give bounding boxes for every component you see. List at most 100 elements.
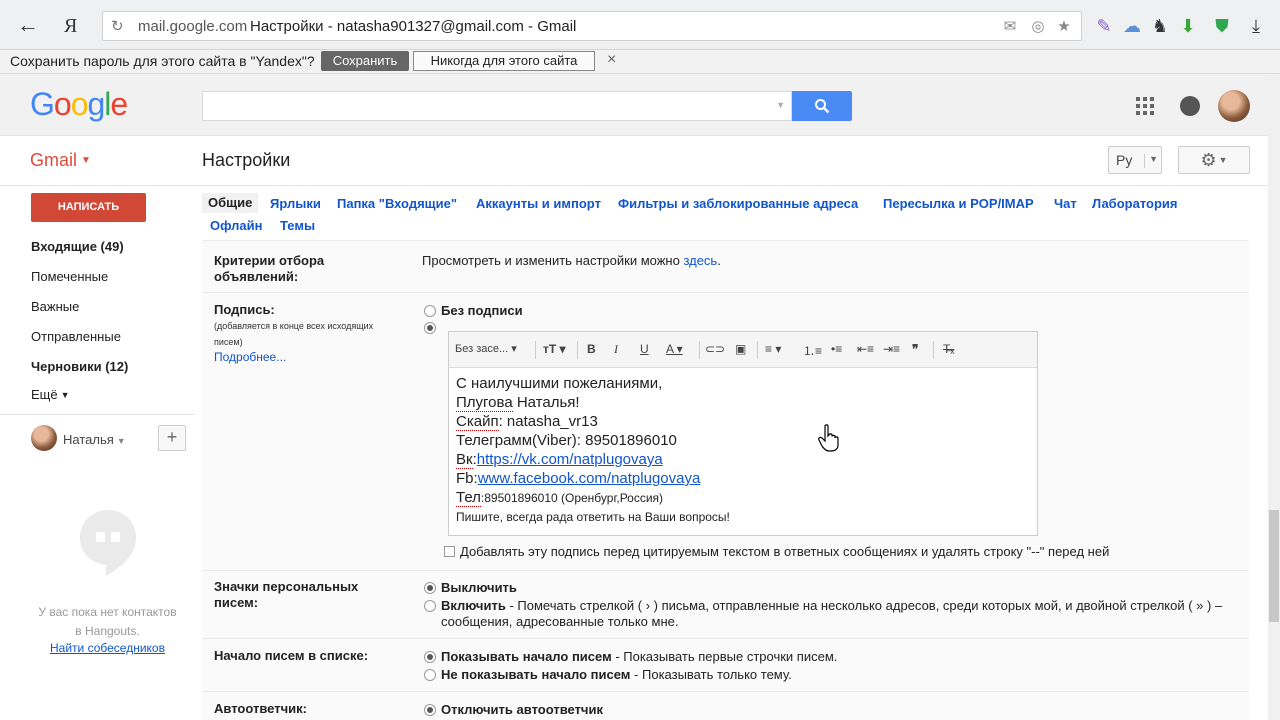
tab-general[interactable]: Общие — [202, 193, 259, 213]
close-icon[interactable]: × — [607, 51, 616, 69]
tab-inbox[interactable]: Папка "Входящие" — [337, 196, 457, 211]
hangouts-user-menu[interactable]: Наталья ▼ — [63, 432, 126, 447]
mail-icon[interactable]: ✉ — [1001, 18, 1019, 36]
indicators-on-label: Включить - Помечать стрелкой ( › ) письм… — [441, 597, 1231, 614]
tab-labs[interactable]: Лаборатория — [1092, 196, 1177, 211]
vacation-off-label: Отключить автоответчик — [441, 702, 603, 717]
evernote-extension-icon[interactable]: ♞ — [1148, 14, 1172, 38]
image-icon[interactable]: ▣ — [735, 342, 746, 356]
indicators-on-title: Включить — [441, 598, 506, 613]
sidebar-item-important[interactable]: Важные — [31, 299, 79, 314]
text-color-icon[interactable]: A ▾ — [666, 342, 683, 356]
sidebar-item-more[interactable]: Ещё ▼ — [31, 387, 70, 402]
row-divider — [202, 691, 1249, 692]
tab-forwarding[interactable]: Пересылка и POP/IMAP — [883, 196, 1034, 211]
ads-settings-link[interactable]: здесь — [683, 253, 717, 268]
settings-gear-button[interactable]: ⚙ ▼ — [1178, 146, 1250, 174]
compose-button[interactable]: НАПИСАТЬ — [31, 193, 146, 222]
signature-text-span: : natasha_vr13 — [498, 413, 598, 430]
vacation-label: Автоответчик: — [214, 701, 307, 716]
yandex-logo[interactable]: Я — [64, 12, 88, 40]
download-extension-icon[interactable]: ⬇ — [1176, 14, 1200, 38]
notifications-bell-icon[interactable] — [1180, 96, 1200, 116]
search-input[interactable]: ▼ — [202, 91, 792, 121]
bulleted-list-icon[interactable]: •≡ — [831, 342, 842, 356]
ads-text: Просмотреть и изменить настройки можно з… — [422, 253, 721, 268]
signature-text-span: Fb: — [456, 470, 478, 487]
vk-link[interactable]: https://vk.com/natplugovaya — [477, 451, 663, 468]
sidebar-item-inbox[interactable]: Входящие (49) — [31, 239, 124, 254]
indent-more-icon[interactable]: ⇥≡ — [883, 342, 900, 356]
tab-filters[interactable]: Фильтры и заблокированные адреса — [618, 196, 858, 211]
signature-placement-checkbox[interactable] — [444, 546, 455, 557]
scrollbar-thumb[interactable] — [1269, 510, 1279, 622]
tab-themes[interactable]: Темы — [280, 218, 315, 233]
language-value: Ру — [1116, 152, 1133, 168]
font-size-icon[interactable]: ᴛT ▾ — [543, 342, 566, 356]
account-avatar[interactable] — [1218, 90, 1250, 122]
browser-toolbar: ← Я ↻ mail.google.com Настройки - natash… — [0, 0, 1280, 50]
address-bar[interactable]: ↻ mail.google.com Настройки - natasha901… — [102, 11, 1082, 41]
signature-radio[interactable] — [424, 322, 436, 334]
chevron-down-icon: ▼ — [60, 390, 70, 400]
sidebar-item-drafts[interactable]: Черновики (12) — [31, 359, 128, 374]
page-scrollbar[interactable] — [1268, 74, 1280, 720]
save-password-button[interactable]: Сохранить — [321, 51, 409, 71]
tab-offline[interactable]: Офлайн — [210, 218, 263, 233]
indent-less-icon[interactable]: ⇤≡ — [857, 342, 874, 356]
remove-formatting-icon[interactable]: T̶ₓ — [943, 342, 954, 356]
pen-extension-icon[interactable]: ✎ — [1092, 14, 1116, 38]
hangouts-user-avatar[interactable] — [31, 425, 57, 451]
ads-label: Критерии отбора объявлений: — [214, 253, 324, 285]
tab-labels[interactable]: Ярлыки — [270, 196, 321, 211]
search-options-caret-icon[interactable]: ▼ — [776, 100, 785, 110]
tab-chat[interactable]: Чат — [1054, 196, 1077, 211]
shield-extension-icon[interactable]: ⛊ — [1210, 14, 1234, 38]
find-contacts-link[interactable]: Найти собеседников — [20, 641, 195, 655]
indicators-off-radio[interactable] — [424, 582, 436, 594]
snippets-show-radio[interactable] — [424, 651, 436, 663]
tab-accounts[interactable]: Аккаунты и импорт — [476, 196, 601, 211]
gmail-menu[interactable]: Gmail ▼ — [30, 150, 91, 171]
numbered-list-icon[interactable]: ⒈≡ — [803, 342, 822, 359]
bold-icon[interactable]: B — [587, 342, 596, 356]
font-family-select[interactable]: Без засе... ▾ — [455, 342, 517, 355]
row-divider — [202, 638, 1249, 639]
search-button[interactable] — [792, 91, 852, 121]
indicators-label: Значки персональных писем: — [214, 579, 358, 611]
signature-editor[interactable]: Без засе... ▾ ᴛT ▾ B I U A ▾ ⊂⊃ ▣ ≡ ▾ ⒈≡… — [448, 331, 1038, 536]
learn-more-link[interactable]: Подробнее... — [214, 350, 286, 364]
quote-icon[interactable]: ❞ — [912, 342, 918, 356]
google-header: Google ▼ — [0, 74, 1280, 136]
vacation-off-radio[interactable] — [424, 704, 436, 716]
signature-line: Вк:https://vk.com/natplugovaya — [456, 450, 1031, 469]
bookmark-star-icon[interactable]: ★ — [1055, 18, 1073, 36]
new-hangout-button[interactable]: + — [158, 425, 186, 451]
italic-icon[interactable]: I — [614, 342, 618, 357]
protect-icon[interactable]: ◎ — [1029, 18, 1047, 36]
reload-icon[interactable]: ↻ — [111, 17, 124, 35]
downloads-icon[interactable]: ⤓ — [1244, 14, 1268, 38]
gmail-label: Gmail — [30, 150, 78, 170]
apps-grid-icon[interactable] — [1136, 97, 1154, 115]
link-icon[interactable]: ⊂⊃ — [705, 342, 725, 356]
hand-cursor-icon — [818, 424, 839, 452]
signature-line: С наилучшими пожеланиями, — [456, 375, 663, 392]
never-save-button[interactable]: Никогда для этого сайта — [413, 51, 595, 71]
ads-label-line: объявлений: — [214, 269, 299, 284]
editor-toolbar: Без засе... ▾ ᴛT ▾ B I U A ▾ ⊂⊃ ▣ ≡ ▾ ⒈≡… — [449, 332, 1037, 368]
no-signature-radio[interactable] — [424, 305, 436, 317]
facebook-link[interactable]: www.facebook.com/natplugovaya — [478, 470, 701, 487]
language-select[interactable]: Ру ▼ — [1108, 146, 1162, 174]
cloud-extension-icon[interactable]: ☁ — [1120, 14, 1144, 38]
toolbar-divider — [757, 341, 758, 359]
underline-icon[interactable]: U — [640, 342, 649, 356]
back-arrow-icon[interactable]: ← — [12, 12, 44, 40]
indicators-on-radio[interactable] — [424, 600, 436, 612]
snippets-hide-radio[interactable] — [424, 669, 436, 681]
sidebar-item-starred[interactable]: Помеченные — [31, 269, 108, 284]
google-logo[interactable]: Google — [30, 86, 128, 123]
signature-text[interactable]: С наилучшими пожеланиями, Плугова Наталь… — [456, 374, 1031, 527]
sidebar-item-sent[interactable]: Отправленные — [31, 329, 121, 344]
align-icon[interactable]: ≡ ▾ — [765, 342, 781, 356]
